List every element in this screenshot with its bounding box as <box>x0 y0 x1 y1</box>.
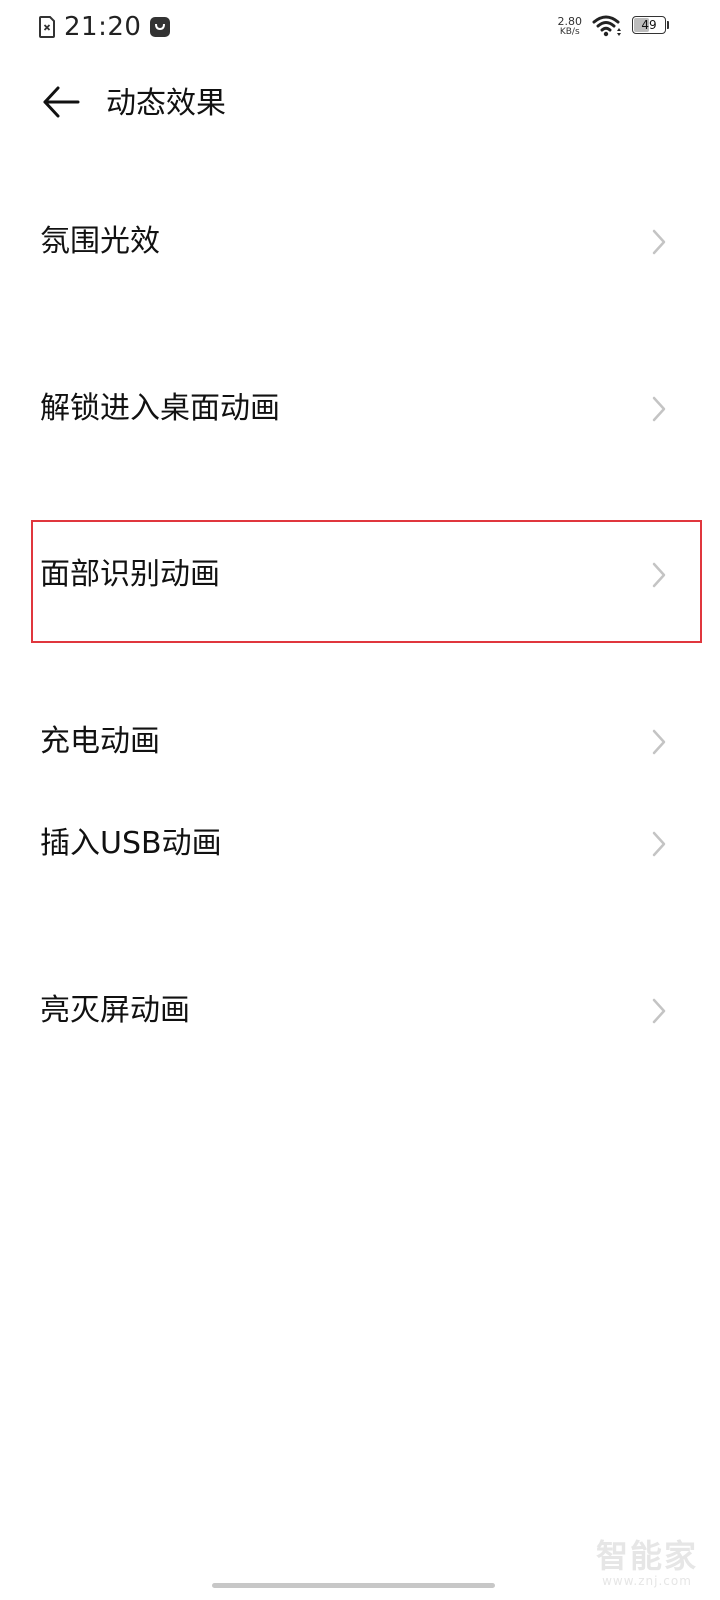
home-indicator[interactable] <box>212 1583 495 1588</box>
header: 动态效果 <box>0 72 720 136</box>
list-item-label: 充电动画 <box>40 724 160 759</box>
status-bar: 21:20 2.80 KB/s 49 <box>0 0 720 56</box>
bag-notification-icon <box>149 16 171 38</box>
chevron-right-icon <box>650 395 668 423</box>
battery-body: 49 <box>632 16 666 34</box>
chevron-right-icon <box>650 228 668 256</box>
list-item-label: 亮灭屏动画 <box>40 993 190 1028</box>
list-item-screen-on-off-animation[interactable]: 亮灭屏动画 <box>0 971 720 1051</box>
battery-level-text: 49 <box>641 18 657 32</box>
status-bar-left: 21:20 <box>38 12 171 42</box>
status-time: 21:20 <box>64 12 142 42</box>
list-item-usb-animation[interactable]: 插入USB动画 <box>0 804 720 884</box>
list-item-unlock-animation[interactable]: 解锁进入桌面动画 <box>0 369 720 449</box>
network-speed-unit: KB/s <box>559 26 580 37</box>
page-title: 动态效果 <box>106 86 226 121</box>
wifi-icon <box>592 14 622 38</box>
back-arrow-icon <box>41 85 81 123</box>
chevron-right-icon <box>650 830 668 858</box>
status-bar-right: 2.80 KB/s 49 <box>558 14 671 38</box>
network-speed: 2.80 KB/s <box>558 16 583 37</box>
watermark-url: www.znj.com <box>602 1574 692 1588</box>
list-item-label: 插入USB动画 <box>40 826 222 861</box>
list-item-charging-animation[interactable]: 充电动画 <box>0 702 720 782</box>
no-sim-icon <box>38 15 56 39</box>
network-speed-value: 2.80 <box>557 14 583 28</box>
battery-tip <box>667 21 669 29</box>
chevron-right-icon <box>650 997 668 1025</box>
chevron-right-icon <box>650 728 668 756</box>
list-item-ambient-light[interactable]: 氛围光效 <box>0 202 720 282</box>
watermark-title: 智能家 <box>595 1537 698 1575</box>
highlight-box <box>31 520 702 643</box>
battery-icon: 49 <box>632 16 670 36</box>
back-button[interactable] <box>36 82 86 126</box>
list-item-label: 氛围光效 <box>40 224 160 259</box>
watermark: 智能家 www.znj.com <box>596 1538 698 1588</box>
list-item-label: 解锁进入桌面动画 <box>40 391 280 426</box>
